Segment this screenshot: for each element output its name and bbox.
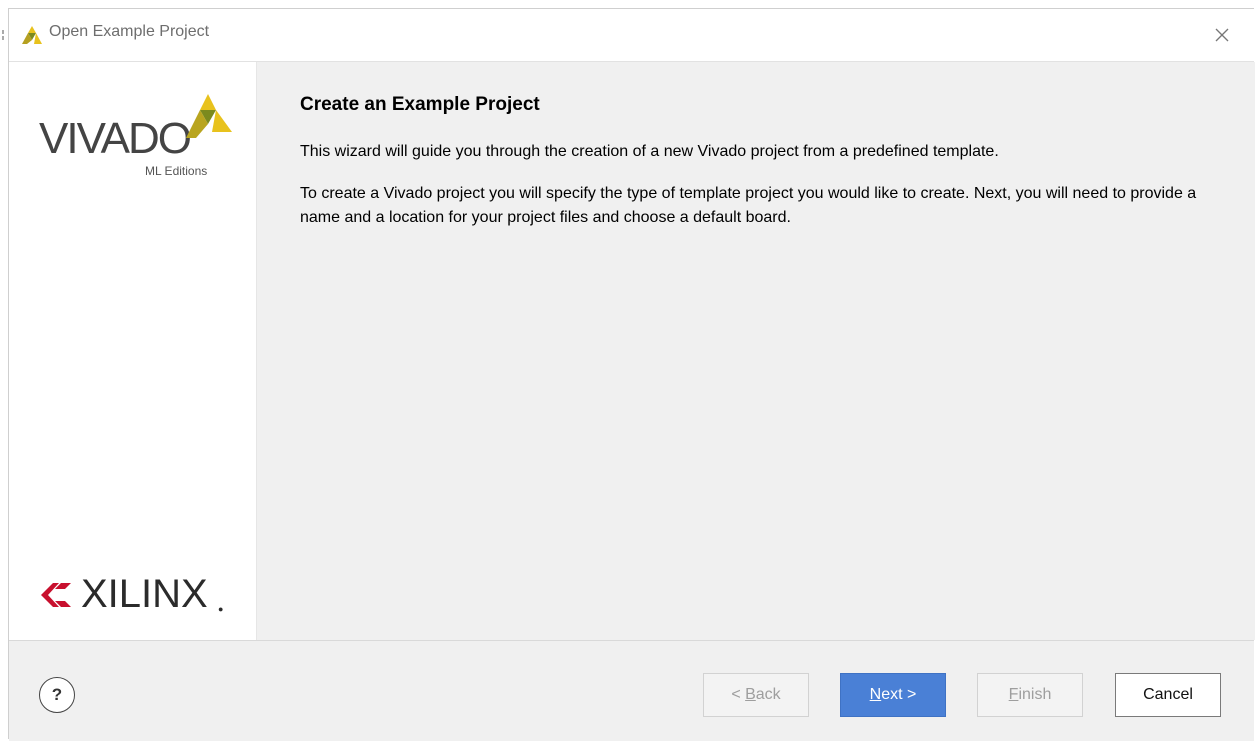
- cancel-button-label: Cancel: [1143, 686, 1193, 703]
- intro-paragraph: This wizard will guide you through the c…: [300, 143, 999, 160]
- window-title: Open Example Project: [49, 23, 210, 40]
- help-button[interactable]: ?: [39, 677, 75, 713]
- finish-button-rest: inish: [1018, 686, 1052, 703]
- back-button-mnemonic: B: [745, 686, 756, 703]
- next-button[interactable]: Next >: [840, 673, 946, 717]
- xilinx-wordmark: XILINX: [81, 572, 208, 616]
- close-button[interactable]: [1208, 21, 1236, 49]
- title-bar: Open Example Project: [9, 9, 1254, 62]
- wizard-footer: ? < Back Next > Finish Cancel: [9, 640, 1254, 741]
- xilinx-logo: XILINX ●: [39, 572, 239, 618]
- details-paragraph: To create a Vivado project you will spec…: [300, 185, 1197, 226]
- vivado-logo-icon: [186, 94, 232, 138]
- finish-button[interactable]: Finish: [977, 673, 1083, 717]
- xilinx-logo-icon: [41, 583, 71, 607]
- wizard-sidebar: VIVADO ML Editions XILINX ●: [9, 62, 257, 640]
- close-icon: [1215, 28, 1229, 42]
- cancel-button[interactable]: Cancel: [1115, 673, 1221, 717]
- page-title: Create an Example Project: [300, 94, 540, 115]
- back-button-prefix: <: [731, 686, 746, 703]
- vivado-wordmark: VIVADO: [39, 114, 192, 163]
- next-button-mnemonic: N: [869, 686, 882, 703]
- wizard-content: Create an Example Project This wizard wi…: [257, 62, 1255, 640]
- finish-button-mnemonic: F: [1008, 686, 1019, 703]
- dialog-window: Open Example Project VIVADO ML Editions: [8, 8, 1255, 741]
- vivado-icon: [22, 26, 42, 44]
- next-button-rest: ext >: [881, 686, 917, 703]
- registered-mark: ●: [218, 604, 224, 614]
- vivado-logo: VIVADO ML Editions: [37, 92, 237, 192]
- back-button[interactable]: < Back: [703, 673, 809, 717]
- resize-grip-icon: [2, 30, 4, 40]
- vivado-subtitle: ML Editions: [145, 164, 208, 178]
- help-icon: ?: [51, 685, 63, 704]
- back-button-rest: ack: [755, 686, 781, 703]
